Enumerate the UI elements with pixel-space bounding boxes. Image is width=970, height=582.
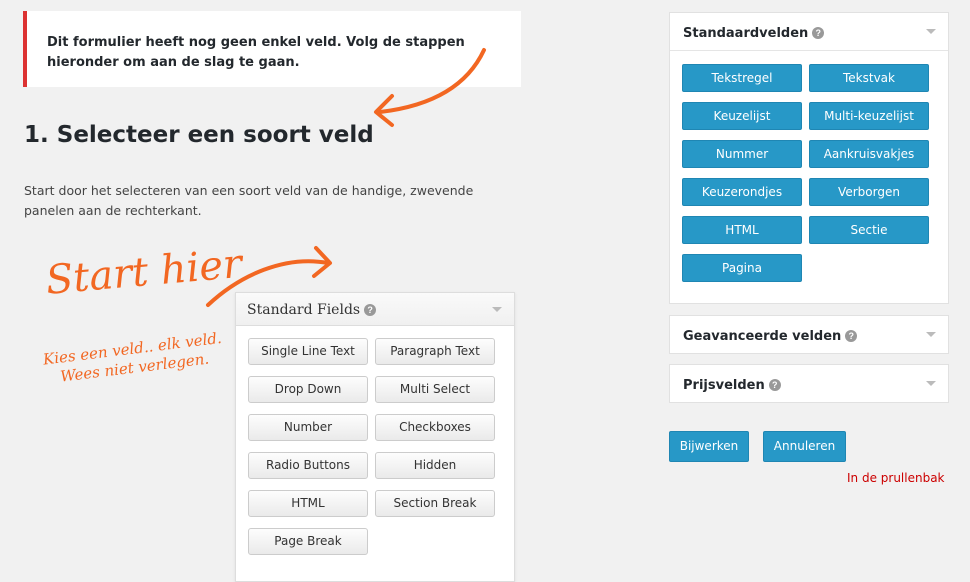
example-panel-header[interactable]: Standard Fields? xyxy=(236,293,514,326)
field-button-nummer[interactable]: Nummer xyxy=(682,140,802,168)
caret-down-icon[interactable] xyxy=(926,29,936,34)
cancel-button[interactable]: Annuleren xyxy=(763,431,846,462)
standard-fields-panel: Standaardvelden? Tekstregel Tekstvak Keu… xyxy=(669,12,949,304)
standard-fields-body: Tekstregel Tekstvak Keuzelijst Multi-keu… xyxy=(670,50,948,301)
start-here-text: Start hier xyxy=(44,240,244,304)
field-button-tekstregel[interactable]: Tekstregel xyxy=(682,64,802,92)
example-field-button[interactable]: Paragraph Text xyxy=(375,338,495,365)
example-field-button[interactable]: Number xyxy=(248,414,368,441)
advanced-fields-header[interactable]: Geavanceerde velden? xyxy=(670,316,948,353)
example-field-button[interactable]: Multi Select xyxy=(375,376,495,403)
example-field-button[interactable]: Single Line Text xyxy=(248,338,368,365)
field-button-html[interactable]: HTML xyxy=(682,216,802,244)
pricing-fields-title: Prijsvelden xyxy=(683,378,765,393)
field-button-verborgen[interactable]: Verborgen xyxy=(809,178,929,206)
standard-fields-header[interactable]: Standaardvelden? xyxy=(670,13,948,50)
field-button-pagina[interactable]: Pagina xyxy=(682,254,802,282)
hint-note: Kies een veld.. elk veld. Wees niet verl… xyxy=(32,328,235,390)
caret-down-icon[interactable] xyxy=(926,332,936,337)
advanced-fields-title: Geavanceerde velden xyxy=(683,329,842,344)
field-button-aankruisvakjes[interactable]: Aankruisvakjes xyxy=(809,140,929,168)
example-standard-fields-panel: Standard Fields? Single Line Text Paragr… xyxy=(235,292,515,582)
caret-down-icon[interactable] xyxy=(926,381,936,386)
advanced-fields-panel[interactable]: Geavanceerde velden? xyxy=(669,315,949,354)
caret-down-icon[interactable] xyxy=(492,307,502,312)
help-icon[interactable]: ? xyxy=(812,27,825,39)
example-field-button[interactable]: Radio Buttons xyxy=(248,452,368,479)
trash-link[interactable]: In de prullenbak xyxy=(847,471,945,485)
example-field-button[interactable]: Hidden xyxy=(375,452,495,479)
help-icon[interactable]: ? xyxy=(768,379,781,391)
example-panel-title: Standard Fields xyxy=(247,302,361,318)
step-title: 1. Selecteer een soort veld xyxy=(24,122,374,148)
example-field-button[interactable]: Checkboxes xyxy=(375,414,495,441)
example-field-button[interactable]: HTML xyxy=(248,490,368,517)
field-button-keuzerondjes[interactable]: Keuzerondjes xyxy=(682,178,802,206)
help-icon: ? xyxy=(364,304,377,316)
step-description: Start door het selecteren van een soort … xyxy=(24,183,474,218)
field-button-tekstvak[interactable]: Tekstvak xyxy=(809,64,929,92)
standard-fields-title: Standaardvelden xyxy=(683,26,809,41)
pricing-fields-header[interactable]: Prijsvelden? xyxy=(670,365,948,402)
field-button-keuzelijst[interactable]: Keuzelijst xyxy=(682,102,802,130)
field-button-multi-keuzelijst[interactable]: Multi-keuzelijst xyxy=(809,102,929,130)
example-field-button[interactable]: Page Break xyxy=(248,528,368,555)
notice-box: Dit formulier heeft nog geen enkel veld.… xyxy=(23,11,521,87)
field-button-sectie[interactable]: Sectie xyxy=(809,216,929,244)
example-field-button[interactable]: Section Break xyxy=(375,490,495,517)
help-icon[interactable]: ? xyxy=(845,330,858,342)
pricing-fields-panel[interactable]: Prijsvelden? xyxy=(669,364,949,403)
update-button[interactable]: Bijwerken xyxy=(669,431,749,462)
notice-text: Dit formulier heeft nog geen enkel veld.… xyxy=(47,35,465,70)
example-field-button[interactable]: Drop Down xyxy=(248,376,368,403)
